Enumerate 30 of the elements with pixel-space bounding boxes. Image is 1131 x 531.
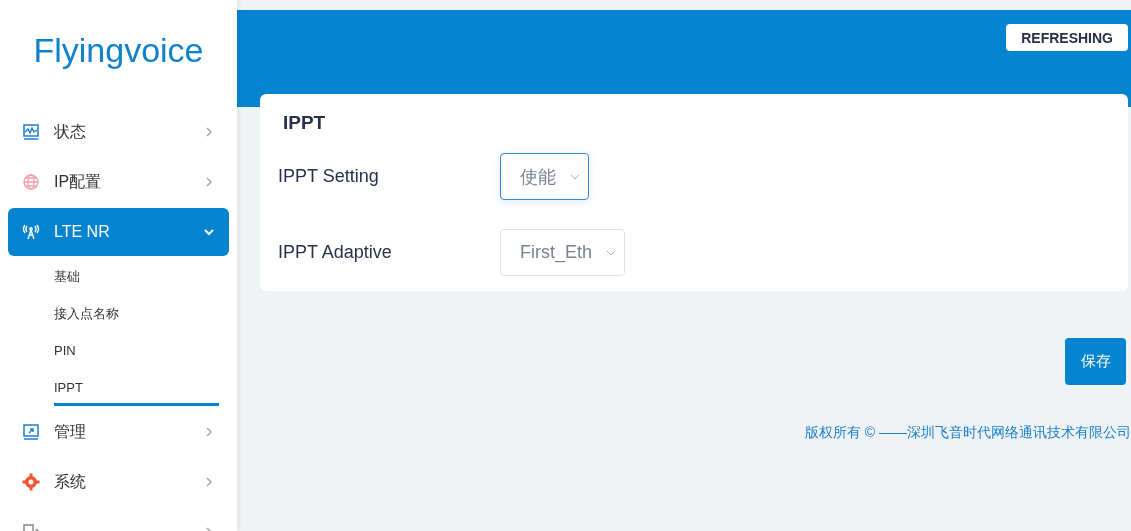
monitor-icon: [22, 123, 40, 141]
submenu-item[interactable]: 基础: [54, 258, 80, 295]
copyright-text: 版权所有 © ——深圳飞音时代网络通讯技术有限公司: [804, 424, 1131, 442]
select-field[interactable]: 使能: [500, 153, 589, 200]
screen-icon: [22, 423, 40, 441]
submenu-item[interactable]: 接入点名称: [54, 295, 119, 332]
field-label: IPPT Adaptive: [278, 242, 393, 263]
submenu-item[interactable]: PIN: [54, 332, 76, 369]
save-button[interactable]: 保存: [1065, 338, 1126, 385]
card-title: IPPT: [283, 112, 327, 134]
sidebar-item[interactable]: LTE NR: [8, 208, 229, 256]
sidebar-item[interactable]: 管理: [8, 408, 229, 456]
field-label: IPPT Setting: [278, 166, 380, 187]
chevron-down-icon: [570, 173, 580, 180]
brand-logo: Flyingvoice: [32, 30, 205, 71]
sidebar-item[interactable]: 状态: [8, 108, 229, 156]
sidebar-item[interactable]: IP配置: [8, 158, 229, 206]
antenna-icon: [22, 223, 40, 241]
chevron-right-icon: [203, 126, 215, 138]
chevron-right-icon: [203, 176, 215, 188]
chevron-right-icon: [203, 426, 215, 438]
chevron-down-icon: [606, 249, 617, 256]
chevron-down-icon: [203, 226, 215, 238]
gear-icon: [22, 473, 40, 491]
select-field[interactable]: First_Eth: [500, 229, 626, 276]
sidebar-item[interactable]: 系统: [8, 458, 229, 506]
globe-icon: [22, 173, 40, 191]
submenu-item[interactable]: IPPT: [54, 369, 219, 406]
chevron-right-icon: [203, 476, 215, 488]
refresh-button[interactable]: REFRESHING: [1006, 24, 1128, 51]
